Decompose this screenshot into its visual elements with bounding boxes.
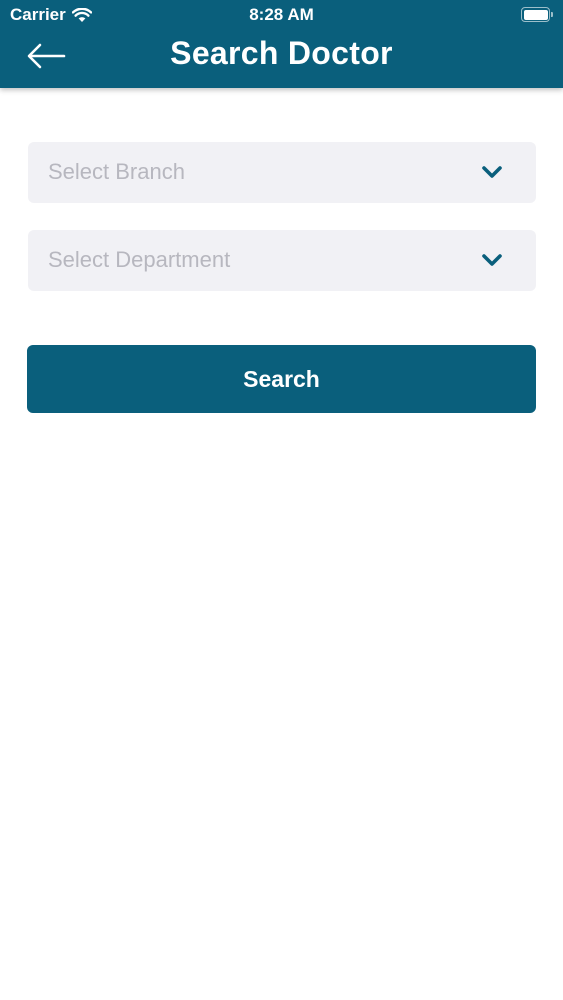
search-button[interactable]: Search bbox=[27, 345, 536, 413]
page-title: Search Doctor bbox=[170, 35, 393, 71]
chevron-down-icon bbox=[482, 254, 502, 266]
status-time: 8:28 AM bbox=[249, 5, 314, 24]
chevron-down-icon bbox=[482, 166, 502, 178]
battery-icon bbox=[521, 7, 553, 22]
status-bar: Carrier 8:28 AM bbox=[0, 0, 563, 28]
app-header: Carrier 8:28 AM Search Doctor bbox=[0, 0, 563, 88]
department-select[interactable]: Select Department bbox=[28, 230, 536, 291]
department-select-placeholder: Select Department bbox=[48, 247, 231, 272]
navigation-bar: Search Doctor bbox=[0, 28, 563, 84]
branch-select-placeholder: Select Branch bbox=[48, 159, 185, 184]
branch-select[interactable]: Select Branch bbox=[28, 142, 536, 203]
